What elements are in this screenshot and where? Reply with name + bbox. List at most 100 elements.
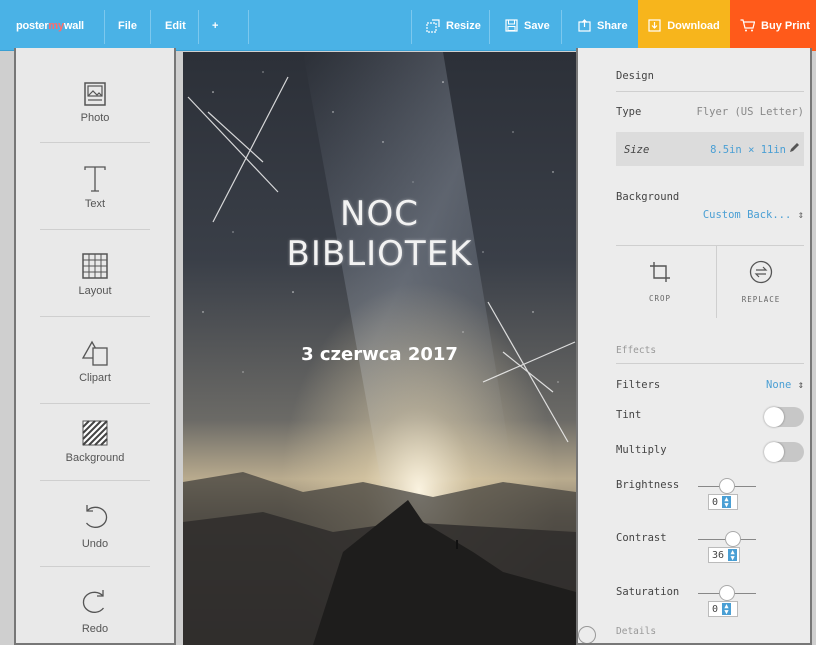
pencil-icon[interactable] [789, 142, 800, 156]
multiply-label: Multiply [616, 444, 667, 456]
filters-select[interactable]: None ⇕ [766, 379, 804, 391]
background-value: Custom Back... [702, 209, 792, 221]
slider-handle[interactable] [725, 531, 741, 547]
clipart-tool[interactable]: Clipart [16, 332, 174, 384]
type-value: Flyer (US Letter) [696, 106, 804, 118]
clipart-tool-label: Clipart [79, 372, 111, 384]
type-label: Type [616, 106, 642, 118]
edit-menu[interactable]: Edit [165, 0, 186, 51]
poster-date-text[interactable]: 3 czerwca 2017 [183, 344, 576, 365]
text-tool-label: Text [84, 198, 106, 210]
contrast-stepper[interactable]: 36 ▲ ▼ [708, 547, 740, 563]
panel-collapse-handle[interactable] [578, 626, 596, 643]
spinner-icon[interactable]: ▲ ▼ [722, 603, 732, 616]
saturation-slider[interactable] [698, 585, 756, 601]
slider-handle[interactable] [719, 585, 735, 601]
saturation-stepper[interactable]: 0 ▲ ▼ [708, 601, 738, 617]
divider [489, 10, 490, 44]
hatch-icon [82, 412, 108, 446]
replace-label: REPLACE [741, 295, 781, 304]
crop-button[interactable]: CROP [616, 246, 704, 318]
filters-value: None [766, 379, 792, 391]
tools-panel: Photo Text Layout Clipart Background Und… [14, 48, 176, 645]
logo-wall: wall [63, 19, 84, 32]
undo-tool-label: Undo [81, 538, 109, 550]
poster-canvas[interactable]: NOC BIBLIOTEK 3 czerwca 2017 [183, 52, 576, 645]
select-arrows-icon: ⇕ [791, 379, 804, 391]
divider [561, 10, 562, 44]
buy-print-button[interactable]: Buy Print [730, 0, 816, 51]
divider [411, 10, 412, 44]
divider [40, 480, 150, 481]
logo-my: my [48, 19, 64, 32]
divider [40, 142, 150, 143]
text-tool[interactable]: Text [16, 158, 174, 210]
poster-title-line1: NOC [340, 194, 419, 234]
design-heading: Design [616, 70, 654, 82]
design-panel: Design Type Flyer (US Letter) Size 8.5in… [576, 48, 812, 645]
top-toolbar: poster my wall File Edit + Resize Save Sha… [0, 0, 816, 51]
replace-button[interactable]: REPLACE [718, 246, 804, 318]
brightness-slider[interactable] [698, 478, 756, 494]
photo-icon [84, 72, 106, 106]
slider-handle[interactable] [719, 478, 735, 494]
undo-tool[interactable]: Undo [16, 498, 174, 550]
resize-button[interactable]: Resize [426, 0, 481, 51]
background-label: Background [616, 191, 680, 203]
buy-print-label: Buy Print [761, 19, 810, 32]
share-label: Share [597, 19, 628, 32]
redo-icon [81, 583, 109, 617]
brightness-stepper[interactable]: 0 ▲ ▼ [708, 494, 738, 510]
background-tool-label: Background [65, 452, 125, 464]
background-select[interactable]: Custom Back... ⇕ [616, 209, 804, 221]
logo[interactable]: poster my wall [16, 0, 84, 51]
spinner-icon[interactable]: ▲ ▼ [728, 549, 738, 562]
brightness-label: Brightness [616, 479, 680, 491]
divider [104, 10, 105, 44]
tint-label: Tint [616, 409, 642, 421]
select-arrows-icon: ⇕ [797, 209, 804, 221]
contrast-label: Contrast [616, 532, 667, 544]
share-button[interactable]: Share [578, 0, 628, 51]
multiply-toggle[interactable] [764, 442, 804, 462]
size-value: 8.5in × 11in [710, 144, 786, 156]
text-icon [83, 158, 107, 192]
divider [40, 229, 150, 230]
download-button[interactable]: Download [638, 0, 730, 51]
tint-toggle[interactable] [764, 407, 804, 427]
effects-heading: Effects [616, 345, 657, 356]
brightness-row: Brightness 0 ▲ ▼ [616, 478, 804, 519]
divider [40, 566, 150, 567]
brightness-value: 0 [712, 496, 719, 508]
share-icon [578, 19, 591, 32]
divider [40, 316, 150, 317]
download-icon [648, 19, 661, 32]
cart-icon [740, 19, 756, 32]
redo-tool[interactable]: Redo [16, 583, 174, 635]
photo-tool[interactable]: Photo [16, 72, 174, 124]
multiply-row: Multiply [616, 442, 804, 464]
add-button[interactable]: + [212, 0, 218, 51]
spinner-icon[interactable]: ▲ ▼ [722, 496, 732, 509]
contrast-value: 36 [712, 549, 725, 561]
logo-poster: poster [16, 19, 49, 32]
tint-row: Tint [616, 407, 804, 429]
save-label: Save [524, 19, 550, 32]
size-row[interactable]: Size 8.5in × 11in [616, 132, 804, 166]
poster-title[interactable]: NOC BIBLIOTEK [183, 194, 576, 274]
divider [716, 246, 717, 318]
contrast-slider[interactable] [698, 531, 756, 547]
save-button[interactable]: Save [505, 0, 550, 51]
divider [150, 10, 151, 44]
layout-tool[interactable]: Layout [16, 245, 174, 297]
download-label: Download [667, 19, 720, 32]
details-heading: Details [616, 626, 657, 637]
background-tool[interactable]: Background [16, 412, 174, 464]
shapes-icon [82, 332, 108, 366]
saturation-row: Saturation 0 ▲ ▼ [616, 585, 804, 626]
layout-tool-label: Layout [78, 285, 112, 297]
poster-title-line2: BIBLIOTEK [286, 234, 473, 274]
saturation-label: Saturation [616, 586, 680, 598]
file-menu[interactable]: File [118, 0, 137, 51]
resize-icon [426, 18, 440, 33]
